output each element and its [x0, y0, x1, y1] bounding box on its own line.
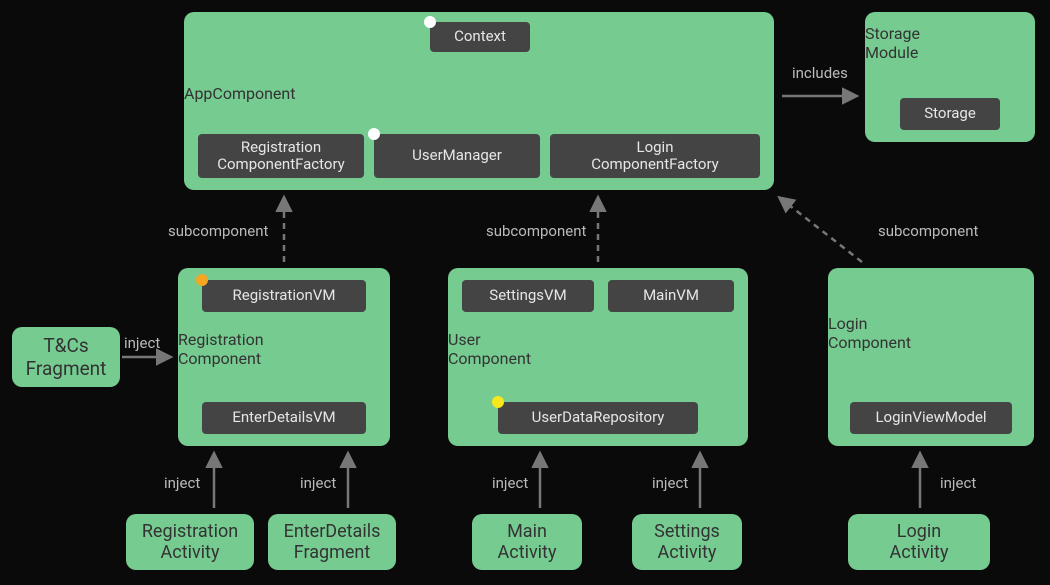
- subcomponent-label-2: subcomponent: [486, 222, 586, 240]
- registration-activity-title: Registration Activity: [142, 521, 238, 563]
- main-activity-box: Main Activity: [472, 514, 582, 570]
- login-activity-box: Login Activity: [848, 514, 990, 570]
- login-vm-chip: LoginViewModel: [850, 402, 1012, 434]
- reg-factory-label: Registration ComponentFactory: [217, 139, 345, 174]
- main-activity-title: Main Activity: [498, 521, 557, 563]
- user-data-repo-label: UserDataRepository: [532, 409, 665, 426]
- login-component-title: Login Component: [828, 314, 1034, 352]
- login-vm-label: LoginViewModel: [875, 409, 986, 426]
- login-factory-label: Login ComponentFactory: [591, 139, 719, 174]
- enter-details-fragment-title: EnterDetails Fragment: [284, 521, 381, 563]
- subcomponent-label-1: subcomponent: [168, 222, 268, 240]
- settings-vm-chip: SettingsVM: [462, 280, 594, 312]
- inject-label-1: inject: [164, 474, 200, 492]
- user-component-box: SettingsVM MainVM User Component UserDat…: [448, 268, 748, 446]
- login-component-box: Login Component LoginViewModel: [828, 268, 1034, 446]
- includes-label: includes: [792, 64, 848, 82]
- user-manager-chip: UserManager: [374, 134, 540, 178]
- registration-factory-chip: Registration ComponentFactory: [198, 134, 364, 178]
- dot-icon: [424, 16, 436, 28]
- user-component-title: User Component: [448, 330, 748, 368]
- inject-label-4: inject: [652, 474, 688, 492]
- inject-label-2: inject: [300, 474, 336, 492]
- registration-vm-label: RegistrationVM: [233, 287, 336, 304]
- app-component-title: AppComponent: [184, 84, 774, 103]
- dot-icon: [368, 128, 380, 140]
- dot-icon: [492, 396, 504, 408]
- login-factory-chip: Login ComponentFactory: [550, 134, 760, 178]
- inject-label-tcs: inject: [124, 334, 160, 352]
- dot-icon: [196, 274, 208, 286]
- tcs-fragment-box: T&Cs Fragment: [12, 327, 120, 387]
- subcomponent-label-3: subcomponent: [878, 222, 978, 240]
- registration-vm-chip: RegistrationVM: [202, 280, 366, 312]
- user-data-repo-chip: UserDataRepository: [498, 402, 698, 434]
- settings-activity-box: Settings Activity: [632, 514, 742, 570]
- login-activity-title: Login Activity: [890, 521, 949, 563]
- registration-component-box: RegistrationVM Registration Component En…: [178, 268, 390, 446]
- registration-activity-box: Registration Activity: [126, 514, 254, 570]
- inject-label-3: inject: [492, 474, 528, 492]
- main-vm-label: MainVM: [643, 287, 699, 304]
- app-component-box: Context AppComponent Registration Compon…: [184, 12, 774, 190]
- enter-details-vm-label: EnterDetailsVM: [232, 409, 335, 426]
- storage-label: Storage: [924, 105, 976, 122]
- user-manager-label: UserManager: [412, 147, 502, 164]
- enter-details-vm-chip: EnterDetailsVM: [202, 402, 366, 434]
- storage-module-title: Storage Module: [865, 24, 1035, 62]
- settings-activity-title: Settings Activity: [654, 521, 720, 563]
- context-chip: Context: [430, 22, 530, 52]
- registration-component-title: Registration Component: [178, 330, 390, 368]
- tcs-fragment-title: T&Cs Fragment: [26, 334, 107, 380]
- enter-details-fragment-box: EnterDetails Fragment: [268, 514, 396, 570]
- inject-label-5: inject: [940, 474, 976, 492]
- settings-vm-label: SettingsVM: [489, 287, 566, 304]
- storage-chip: Storage: [900, 98, 1000, 130]
- storage-module-box: Storage Module Storage: [865, 12, 1035, 142]
- context-label: Context: [454, 28, 506, 45]
- main-vm-chip: MainVM: [608, 280, 734, 312]
